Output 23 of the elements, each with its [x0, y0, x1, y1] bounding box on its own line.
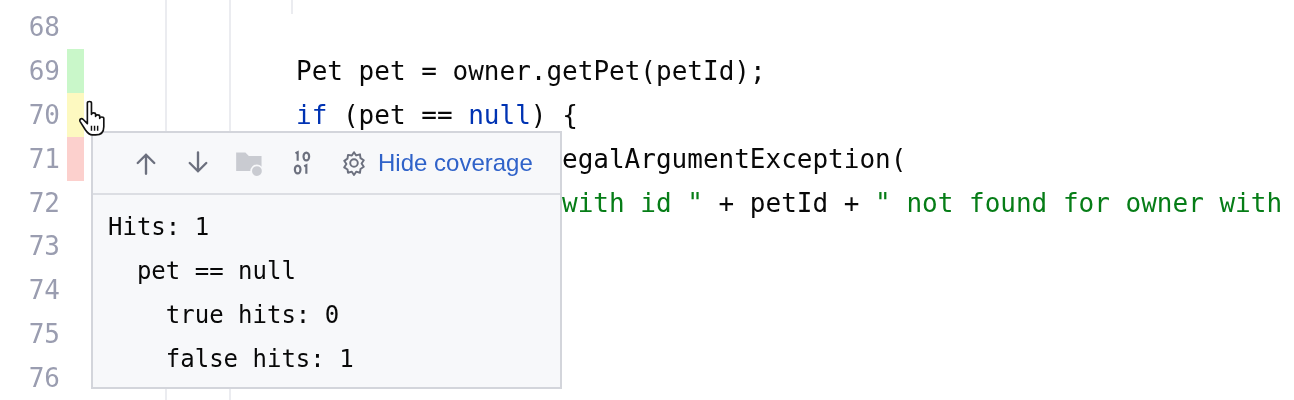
coverage-detail: true hits: 0: [165, 301, 340, 329]
line-number: 71: [27, 143, 60, 174]
binary-icon[interactable]: [292, 150, 312, 176]
coverage-marker[interactable]: [67, 136, 84, 181]
line-number: 73: [27, 231, 60, 262]
line-number: 70: [27, 99, 60, 130]
coverage-detail: false hits: 1: [165, 345, 354, 373]
code-line: if (pet == null) {: [296, 99, 578, 130]
hide-coverage-link[interactable]: Hide coverage: [378, 149, 533, 177]
coverage-detail: pet == null: [136, 257, 296, 285]
code-line: with id " + petId + " not found for owner with: [562, 187, 1283, 218]
line-number: 75: [27, 319, 60, 350]
code-line: Pet pet = owner.getPet(petId);: [296, 55, 766, 86]
line-number: 68: [27, 11, 60, 42]
coverage-marker[interactable]: [67, 48, 84, 93]
line-number: 74: [27, 275, 60, 306]
code-line: egalArgumentException(: [562, 143, 907, 174]
settings-icon[interactable]: [341, 150, 367, 176]
line-number: 76: [27, 363, 60, 394]
coverage-marker[interactable]: [67, 92, 84, 137]
coverage-detail: Hits: 1: [108, 213, 210, 241]
line-number: 69: [27, 55, 60, 86]
line-number: 72: [27, 187, 60, 218]
